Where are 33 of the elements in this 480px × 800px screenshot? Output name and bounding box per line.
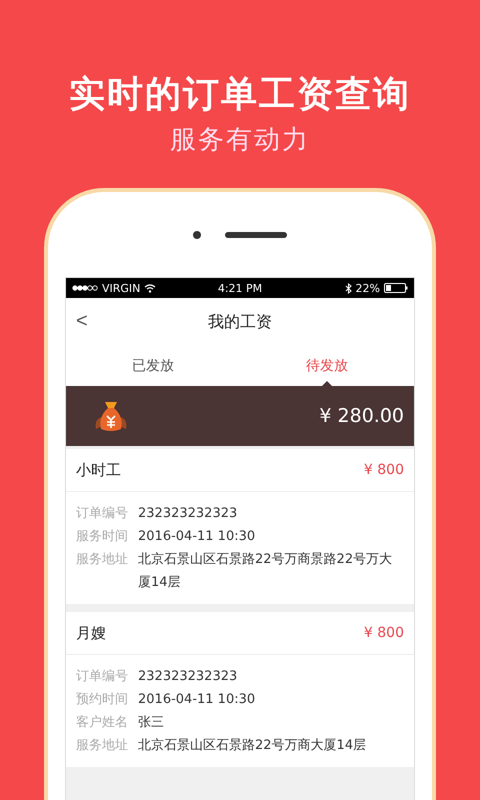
page-title: 我的工资 xyxy=(208,312,272,332)
battery-icon xyxy=(384,283,408,293)
field-value: 2016-04-11 10:30 xyxy=(138,691,256,709)
field-label: 订单编号 xyxy=(76,505,128,523)
field-value: 北京石景山区石景路22号万商景路22号万大厦14层 xyxy=(138,551,394,592)
camera-dot xyxy=(193,230,201,238)
field-value: 北京石景山区石景路22号万商大厦14层 xyxy=(138,737,366,755)
speaker-slot xyxy=(225,232,287,238)
battery-percent: 22% xyxy=(356,282,380,294)
back-button[interactable]: < xyxy=(72,310,92,333)
wifi-icon xyxy=(144,284,156,292)
field-label: 订单编号 xyxy=(76,668,128,686)
order-price: ¥ 800 xyxy=(364,625,404,641)
field-label: 预约时间 xyxy=(76,691,128,709)
order-title: 小时工 xyxy=(76,460,121,480)
field-value: 232323232323 xyxy=(138,668,238,686)
field-label: 客户姓名 xyxy=(76,714,128,732)
field-value: 张三 xyxy=(138,714,164,732)
clock-time: 4:21 PM xyxy=(218,282,262,294)
field-label: 服务时间 xyxy=(76,528,128,546)
field-label: 服务地址 xyxy=(76,551,128,569)
signal-icon xyxy=(72,285,98,291)
order-price: ¥ 800 xyxy=(364,462,404,478)
carrier-name: VIRGIN xyxy=(102,282,140,294)
order-title: 月嫂 xyxy=(76,624,106,642)
field-value: 232323232323 xyxy=(138,505,238,523)
subheadline: 服务有动力 xyxy=(170,124,310,156)
bluetooth-icon xyxy=(344,282,352,294)
balance-amount: ¥ 280.00 xyxy=(319,405,404,427)
field-value: 2016-04-11 10:30 xyxy=(138,528,256,546)
field-label: 服务地址 xyxy=(76,737,128,755)
headline: 实时的订单工资查询 xyxy=(69,74,411,116)
tab[interactable]: 已发放 xyxy=(66,346,240,386)
